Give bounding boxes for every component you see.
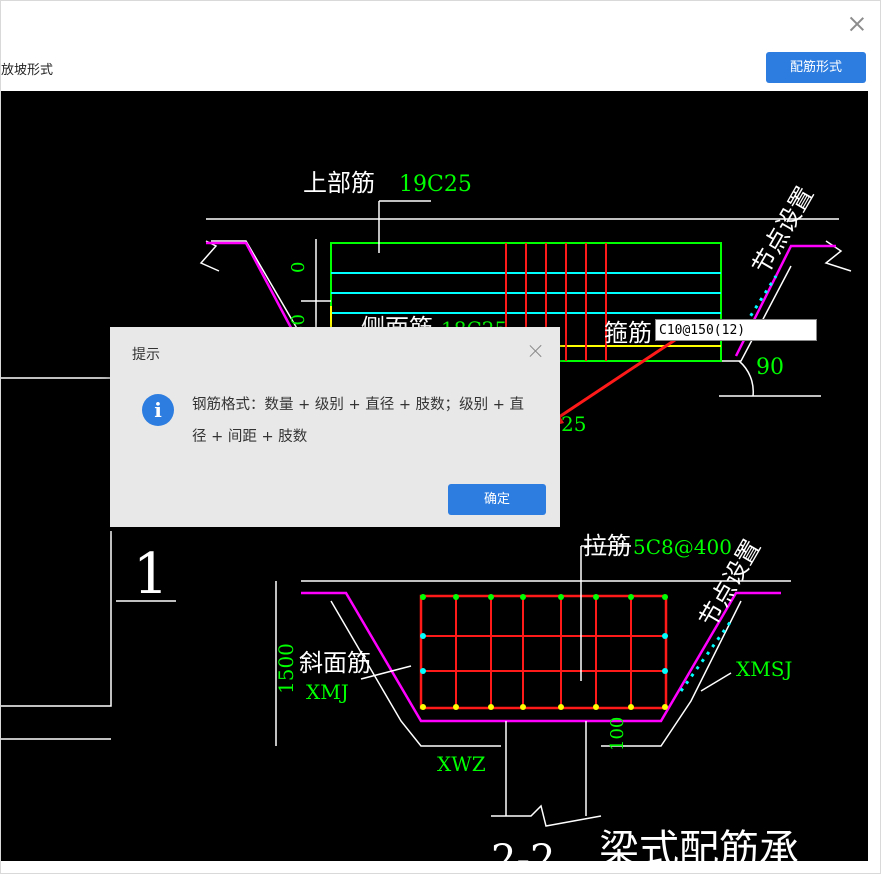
dim-zero: 0 <box>288 262 309 273</box>
angle-label: 90 <box>756 355 784 380</box>
dim-1500: 1500 <box>274 643 298 694</box>
dialog-window: 放坡形式 配筋形式 上部筋 19C25 箍筋 90 0 80 节点设置 25 1… <box>0 0 881 874</box>
xmsj-label: XMSJ <box>736 657 792 681</box>
top-bar-label: 上部筋 <box>303 169 375 197</box>
tie-bar-label: 拉筋 <box>583 532 631 560</box>
close-icon[interactable] <box>848 15 866 33</box>
section-number: 1 <box>133 542 169 607</box>
xwz-label: XWZ <box>437 752 486 776</box>
close-icon[interactable] <box>528 343 544 359</box>
dialog-message: 钢筋格式：数量 + 级别 + 直径 + 肢数；级别 + 直径 + 间距 + 肢数 <box>192 397 524 445</box>
prompt-dialog: 提示 i 钢筋格式：数量 + 级别 + 直径 + 肢数；级别 + 直径 + 间距… <box>110 327 560 527</box>
xmj-label: XMJ <box>306 680 349 704</box>
form-title: 放坡形式 <box>1 63 54 78</box>
rebar-form-button[interactable]: 配筋形式 <box>766 52 866 83</box>
top-bar-value: 19C25 <box>399 172 472 197</box>
stirrup-value-input[interactable]: C10@150(12) <box>655 319 817 341</box>
slope-bar-label: 斜面筋 <box>299 649 371 677</box>
stirrup-label: 箍筋 <box>604 319 652 347</box>
ok-button[interactable]: 确定 <box>448 484 546 515</box>
lower-red-cage <box>419 594 668 710</box>
partial-c25: 25 <box>561 412 586 436</box>
tie-bar-value: 5C8@400 <box>633 535 732 559</box>
dialog-title: 提示 <box>132 347 160 363</box>
bottom-title: 梁式配筋承 <box>599 827 799 861</box>
bottom-partial-label: 2-2 <box>491 837 555 861</box>
info-icon: i <box>142 394 174 426</box>
dim-100: 100 <box>607 717 628 751</box>
upper-left-cut <box>199 240 220 272</box>
